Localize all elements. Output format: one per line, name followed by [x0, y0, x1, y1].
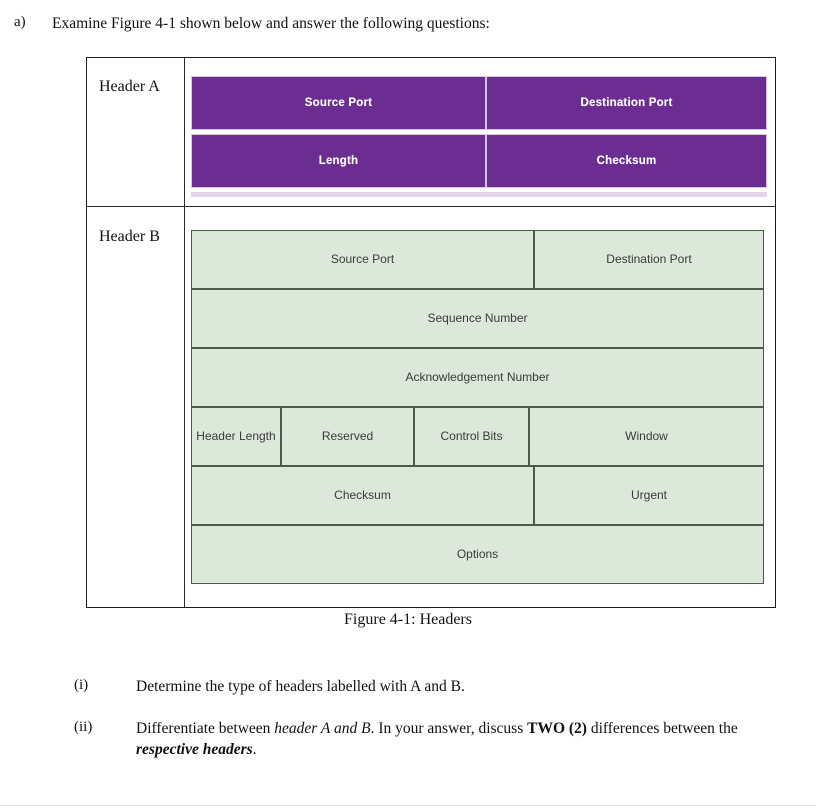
field-source-port-b: Source Port — [191, 230, 534, 289]
header-a-row-2: Length Checksum — [191, 134, 767, 188]
header-b-row-5: Checksum Urgent — [191, 466, 764, 525]
header-b-row-3: Acknowledgement Number — [191, 348, 764, 407]
header-a-underline-band — [191, 192, 767, 197]
header-b-diagram: Source Port Destination Port Sequence Nu… — [191, 230, 764, 588]
subquestion-text-ii: Differentiate between header A and B. In… — [136, 720, 738, 758]
subquestion-marker-ii: (ii) — [74, 719, 93, 735]
field-options: Options — [191, 525, 764, 584]
field-destination-port-a: Destination Port — [486, 76, 767, 130]
subquestion-text-i: Determine the type of headers labelled w… — [136, 678, 465, 695]
field-urgent: Urgent — [534, 466, 764, 525]
field-sequence-number: Sequence Number — [191, 289, 764, 348]
figure-caption: Figure 4-1: Headers — [344, 611, 472, 628]
field-checksum-a: Checksum — [486, 134, 767, 188]
table-row-divider — [87, 206, 775, 208]
header-b-row-4: Header Length Reserved Control Bits Wind… — [191, 407, 764, 466]
row-label-header-a: Header A — [99, 78, 160, 95]
subquestion-marker-i: (i) — [74, 677, 89, 693]
figure-table: Header A Source Port Destination Port Le… — [86, 57, 776, 608]
field-length-a: Length — [191, 134, 486, 188]
field-control-bits: Control Bits — [414, 407, 529, 466]
header-b-row-2: Sequence Number — [191, 289, 764, 348]
field-checksum-b: Checksum — [191, 466, 534, 525]
page-bottom-rule — [0, 805, 816, 806]
header-a-row-1: Source Port Destination Port — [191, 76, 767, 130]
field-destination-port-b: Destination Port — [534, 230, 764, 289]
field-acknowledgement-number: Acknowledgement Number — [191, 348, 764, 407]
header-b-row-6: Options — [191, 525, 764, 584]
question-prompt: Examine Figure 4-1 shown below and answe… — [52, 15, 490, 32]
header-b-row-1: Source Port Destination Port — [191, 230, 764, 289]
field-header-length: Header Length — [191, 407, 281, 466]
header-a-diagram: Source Port Destination Port Length Chec… — [191, 76, 767, 206]
field-source-port-a: Source Port — [191, 76, 486, 130]
table-column-divider — [184, 58, 186, 607]
field-reserved: Reserved — [281, 407, 414, 466]
question-marker-a: a) — [14, 14, 26, 30]
field-window: Window — [529, 407, 764, 466]
row-label-header-b: Header B — [99, 228, 160, 245]
